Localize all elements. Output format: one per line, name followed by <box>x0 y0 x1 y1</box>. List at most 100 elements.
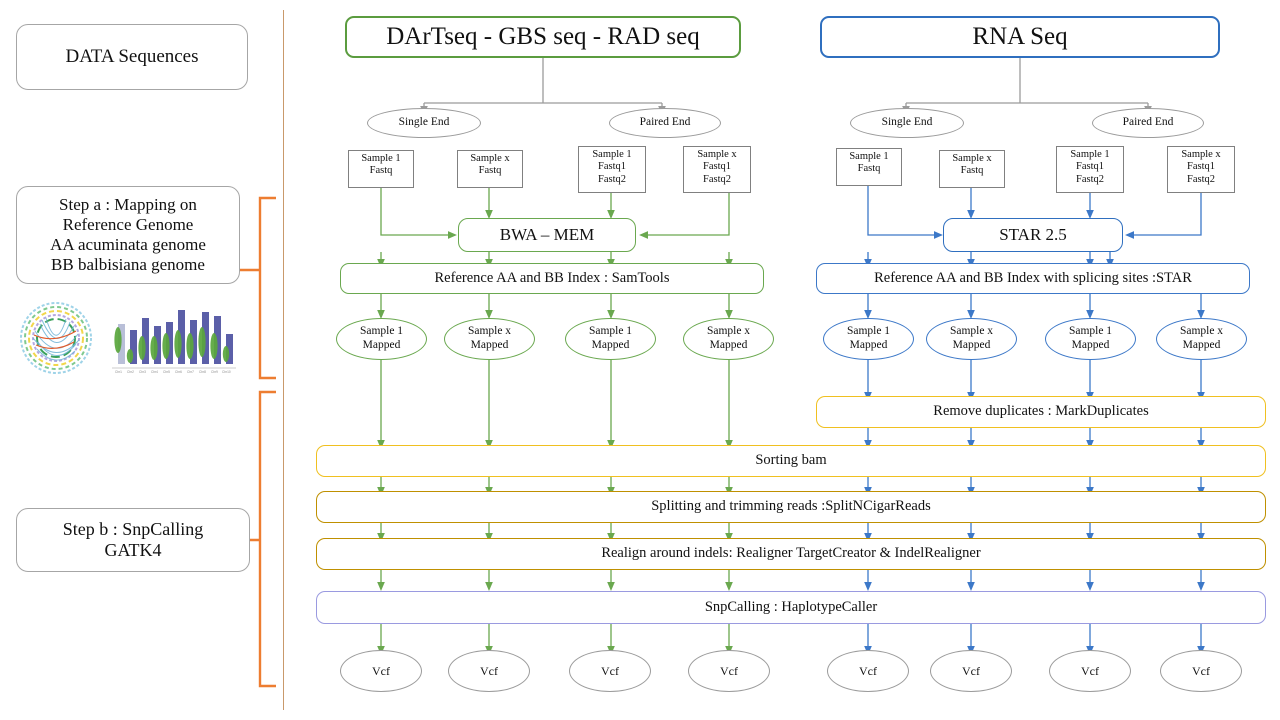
step-a-box: Step a : Mapping on Reference Genome AA … <box>16 186 240 284</box>
dartseq-reference-index-step: Reference AA and BB Index : SamTools <box>340 263 764 294</box>
star-aligner-step: STAR 2.5 <box>943 218 1123 252</box>
realign-indels-step: Realign around indels: Realigner TargetC… <box>316 538 1266 570</box>
sample-name: Sample 1 <box>592 149 632 160</box>
mapped-sample-name: Sample x <box>467 325 512 338</box>
circos-plot-thumbnail <box>20 302 92 374</box>
vcf-output-rnaseq-3: Vcf <box>1049 650 1131 692</box>
dartseq-single-end: Single End <box>367 108 481 138</box>
step-b-line-1: Step b : SnpCalling <box>62 518 204 539</box>
svg-text:Chr4: Chr4 <box>151 370 158 374</box>
vcf-output-dartseq-2: Vcf <box>448 650 530 692</box>
vcf-label: Vcf <box>720 663 738 678</box>
sorting-bam-step: Sorting bam <box>316 445 1266 477</box>
mapped-state: Mapped <box>591 339 630 351</box>
rnaseq-sample-1-pe: Sample 1 Fastq1 Fastq2 <box>1056 146 1124 193</box>
rnaseq-reference-index-step: Reference AA and BB Index with splicing … <box>816 263 1250 294</box>
svg-text:Chr5: Chr5 <box>163 370 170 374</box>
vcf-output-dartseq-3: Vcf <box>569 650 651 692</box>
dartseq-single-end-label: Single End <box>398 116 450 129</box>
sample-file-2: Fastq2 <box>597 173 626 185</box>
sample-file-2: Fastq2 <box>1186 173 1215 185</box>
sample-file-1: Fastq1 <box>1186 161 1215 173</box>
step-a-lines: Step a : Mapping on Reference Genome AA … <box>23 195 233 275</box>
sample-name: Sample x <box>952 153 992 164</box>
rnaseq-header: RNA Seq <box>820 16 1220 58</box>
mapped-sample-name: Sample x <box>1179 325 1224 338</box>
svg-text:Chr8: Chr8 <box>199 370 206 374</box>
data-sequences-label: DATA Sequences <box>65 45 199 67</box>
sample-file: Fastq <box>478 165 502 177</box>
dartseq-mapped-x-pe: Sample x Mapped <box>683 318 774 360</box>
dartseq-sample-1-se: Sample 1 Fastq <box>348 150 414 188</box>
mapped-state: Mapped <box>709 339 748 351</box>
vcf-label: Vcf <box>1192 663 1210 678</box>
rnaseq-sample-x-se: Sample x Fastq <box>939 150 1005 188</box>
dartseq-mapped-x-se: Sample x Mapped <box>444 318 535 360</box>
sample-file: Fastq <box>960 165 984 177</box>
dartseq-header: DArTseq - GBS seq - RAD seq <box>345 16 741 58</box>
mapped-state: Mapped <box>1182 339 1221 351</box>
snpcalling-step: SnpCalling : HaplotypeCaller <box>316 591 1266 624</box>
step-a-line-1: Step a : Mapping on <box>59 194 197 214</box>
dartseq-paired-end: Paired End <box>609 108 721 138</box>
vcf-output-rnaseq-2: Vcf <box>930 650 1012 692</box>
vcf-label: Vcf <box>1081 663 1099 678</box>
vcf-label: Vcf <box>480 663 498 678</box>
workflow-diagram: DATA Sequences Step a : Mapping on Refer… <box>0 0 1280 720</box>
step-b-lines: Step b : SnpCalling GATK4 <box>23 519 243 561</box>
dartseq-sample-x-pe: Sample x Fastq1 Fastq2 <box>683 146 751 193</box>
vcf-label: Vcf <box>962 663 980 678</box>
bwa-mem-step: BWA – MEM <box>458 218 636 252</box>
vcf-output-rnaseq-4: Vcf <box>1160 650 1242 692</box>
step-b-box: Step b : SnpCalling GATK4 <box>16 508 250 572</box>
rnaseq-single-end: Single End <box>850 108 964 138</box>
mapped-sample-name: Sample 1 <box>359 325 404 338</box>
rnaseq-paired-end-label: Paired End <box>1122 116 1174 129</box>
dartseq-reference-index-label: Reference AA and BB Index : SamTools <box>434 269 670 286</box>
step-b-line-2: GATK4 <box>104 540 162 560</box>
dartseq-mapped-1-pe: Sample 1 Mapped <box>565 318 656 360</box>
sample-name: Sample x <box>697 149 737 160</box>
svg-text:Chr3: Chr3 <box>139 370 146 374</box>
mapped-sample-name: Sample x <box>706 325 751 338</box>
rnaseq-sample-x-pe: Sample x Fastq1 Fastq2 <box>1167 146 1235 193</box>
mapped-state: Mapped <box>952 339 991 351</box>
mapped-sample-name: Sample 1 <box>588 325 633 338</box>
sample-file: Fastq <box>857 163 881 175</box>
mapped-sample-name: Sample 1 <box>846 325 891 338</box>
dartseq-header-label: DArTseq - GBS seq - RAD seq <box>386 23 700 51</box>
sample-name: Sample 1 <box>1070 149 1110 160</box>
sample-file-1: Fastq1 <box>702 161 731 173</box>
sample-name: Sample x <box>1181 149 1221 160</box>
sample-file-2: Fastq2 <box>702 173 731 185</box>
bwa-mem-label: BWA – MEM <box>499 224 595 244</box>
step-a-line-2: Reference Genome <box>62 214 194 234</box>
mapped-state: Mapped <box>470 339 509 351</box>
vcf-label: Vcf <box>859 663 877 678</box>
vcf-label: Vcf <box>372 663 390 678</box>
remove-duplicates-label: Remove duplicates : MarkDuplicates <box>933 403 1149 420</box>
sidebar-divider <box>283 10 284 710</box>
sample-name: Sample 1 <box>361 153 401 164</box>
realign-indels-label: Realign around indels: Realigner TargetC… <box>601 545 981 562</box>
splitting-trimming-step: Splitting and trimming reads :SplitNCiga… <box>316 491 1266 523</box>
rnaseq-mapped-1-se: Sample 1 Mapped <box>823 318 914 360</box>
vcf-label: Vcf <box>601 663 619 678</box>
dartseq-paired-end-label: Paired End <box>639 116 691 129</box>
rnaseq-mapped-1-pe: Sample 1 Mapped <box>1045 318 1136 360</box>
svg-text:Chr1: Chr1 <box>115 370 122 374</box>
sample-file-1: Fastq1 <box>597 161 626 173</box>
rnaseq-sample-1-se: Sample 1 Fastq <box>836 148 902 186</box>
sample-file-1: Fastq1 <box>1075 161 1104 173</box>
vcf-output-dartseq-4: Vcf <box>688 650 770 692</box>
rnaseq-header-label: RNA Seq <box>972 23 1068 51</box>
snpcalling-label: SnpCalling : HaplotypeCaller <box>704 598 878 615</box>
svg-text:Chr10: Chr10 <box>222 370 231 374</box>
splitting-trimming-label: Splitting and trimming reads :SplitNCiga… <box>651 498 931 515</box>
sample-name: Sample x <box>470 153 510 164</box>
rnaseq-mapped-x-pe: Sample x Mapped <box>1156 318 1247 360</box>
mapped-state: Mapped <box>1071 339 1110 351</box>
data-sequences-box: DATA Sequences <box>16 24 248 90</box>
chromosome-density-plot-thumbnail: Chr1 Chr2 Chr3 Chr4 Chr5 Chr6 Chr7 Chr8 Chr9… <box>112 310 236 374</box>
remove-duplicates-step: Remove duplicates : MarkDuplicates <box>816 396 1266 428</box>
